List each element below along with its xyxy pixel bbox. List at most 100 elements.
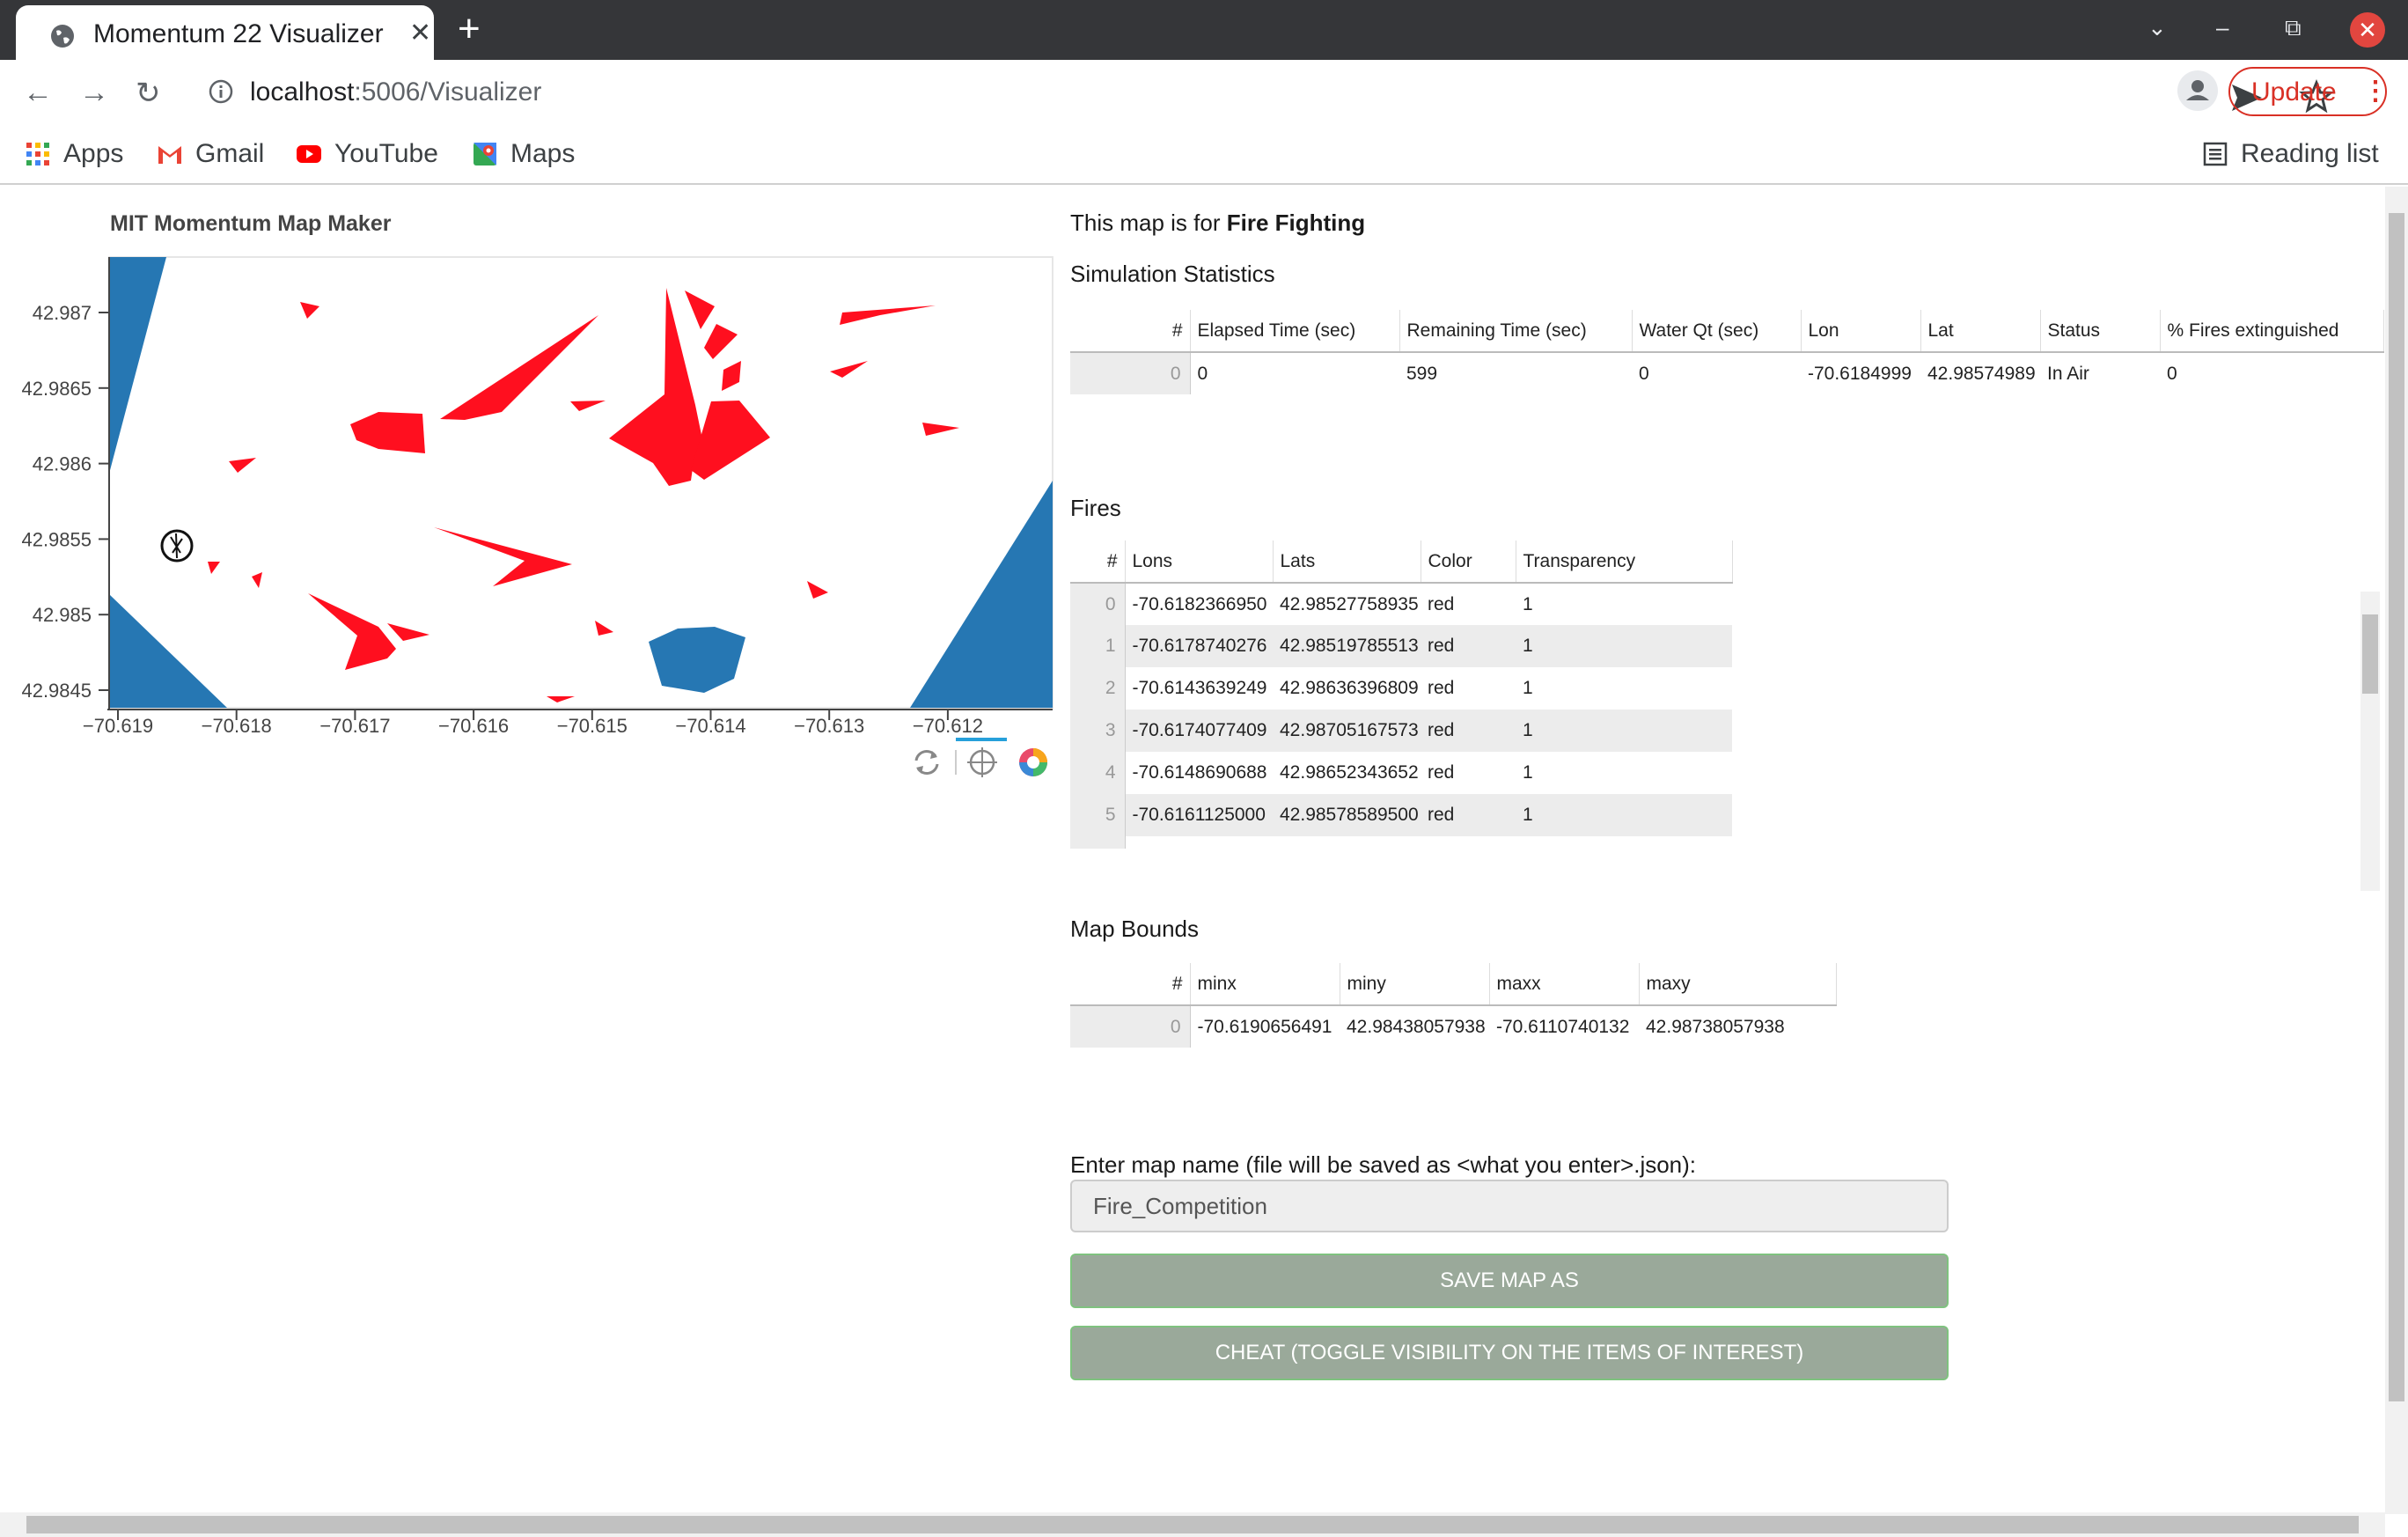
table-cell[interactable]: -70.6182366950 (1125, 583, 1273, 625)
table-cell[interactable]: 42.98738057938 (1639, 1005, 1836, 1048)
fires-scrollbar-thumb[interactable] (2362, 614, 2378, 694)
table-cell[interactable]: 42.98527758935 (1273, 583, 1421, 625)
tab-search-icon[interactable]: ⌄ (2147, 14, 2167, 41)
reload-icon[interactable]: ↻ (136, 76, 161, 111)
column-header[interactable]: # (1070, 541, 1126, 584)
update-button[interactable]: Update ⋮ (2228, 67, 2389, 116)
column-header[interactable]: # (1070, 310, 1191, 353)
table-cell[interactable]: In Air (2040, 352, 2160, 394)
stats-table[interactable]: # Elapsed Time (sec) Remaining Time (sec) W… (1070, 310, 2384, 394)
column-header[interactable]: Status (2040, 310, 2161, 353)
table-cell[interactable]: red (1421, 667, 1516, 710)
table-cell[interactable]: 42.98574989 (1920, 352, 2040, 394)
fires-table-viewport[interactable]: # Lons Lats Color Transparency 0 -70.61823669… (1070, 541, 2383, 849)
table-cell[interactable]: 0 (1190, 352, 1399, 394)
table-cell[interactable]: 42.98705167573 (1273, 710, 1421, 752)
table-cell[interactable]: -70.6174077409 (1125, 710, 1273, 752)
row-index[interactable]: 0 (1070, 352, 1191, 394)
window-close-icon[interactable]: ✕ (2350, 12, 2385, 48)
row-index[interactable]: 6 (1070, 836, 1126, 849)
row-index[interactable]: 3 (1070, 710, 1126, 752)
table-cell[interactable]: red (1421, 583, 1516, 625)
table-cell[interactable]: red (1421, 752, 1516, 794)
column-header[interactable]: % Fires extinguished (2160, 310, 2384, 353)
table-row[interactable]: 0 -70.6182366950 42.98527758935 red 1 (1070, 583, 1732, 625)
table-cell[interactable]: 0 (2160, 352, 2383, 394)
column-header[interactable]: Water Qt (sec) (1632, 310, 1802, 353)
page-vertical-scrollbar-thumb[interactable] (2389, 213, 2404, 1401)
table-row[interactable]: 1 -70.6178740276 42.98519785513 red 1 (1070, 625, 1732, 667)
column-header[interactable]: maxx (1489, 963, 1640, 1006)
bounds-table[interactable]: # minx miny maxx maxy 0 -70.6190656491 42.9843… (1070, 963, 1837, 1048)
table-cell[interactable]: 0 (1632, 352, 1801, 394)
map-plot[interactable]: −70.619 −70.618 −70.617 −70.616 −70.615 −70.6… (0, 238, 1065, 977)
url-text[interactable]: localhost:5006/Visualizer (250, 77, 541, 107)
table-row[interactable]: 4 -70.6148690688 42.98652343652 red 1 (1070, 752, 1732, 794)
forward-icon[interactable]: → (79, 76, 109, 110)
column-header[interactable]: maxy (1639, 963, 1837, 1006)
table-cell[interactable]: 1 (1516, 625, 1732, 667)
table-cell[interactable]: red (1421, 794, 1516, 836)
row-index[interactable]: 0 (1070, 1005, 1191, 1048)
minimize-icon[interactable]: – (2216, 14, 2228, 41)
column-header[interactable]: Remaining Time (sec) (1399, 310, 1633, 353)
table-cell[interactable]: -70.6143639249 (1125, 667, 1273, 710)
table-cell[interactable]: -70.6110740132 (1489, 1005, 1639, 1048)
table-row[interactable]: 6-70.613120493742.98503838669red1 (1070, 836, 1732, 849)
table-row[interactable]: 0 0 599 0 -70.6184999 42.98574989 In Air 0 (1070, 352, 2383, 394)
table-row[interactable]: 5 -70.6161125000 42.98578589500 red 1 (1070, 794, 1732, 836)
table-cell[interactable]: 42.98652343652 (1273, 752, 1421, 794)
restore-icon[interactable]: ⧉ (2285, 14, 2302, 42)
table-cell[interactable]: -70.6178740276 (1125, 625, 1273, 667)
bokeh-logo-icon[interactable] (1019, 748, 1047, 776)
column-header[interactable]: Lons (1125, 541, 1274, 584)
fires-table[interactable]: # Lons Lats Color Transparency 0 -70.61823669… (1070, 541, 1733, 849)
row-index[interactable]: 1 (1070, 625, 1126, 667)
browser-tab[interactable]: Momentum 22 Visualizer ✕ (16, 5, 434, 60)
table-cell[interactable]: 42.98519785513 (1273, 625, 1421, 667)
map-name-input[interactable] (1070, 1180, 1949, 1232)
column-header[interactable]: # (1070, 963, 1191, 1006)
table-cell[interactable]: 42.98438057938 (1340, 1005, 1489, 1048)
cheat-toggle-button[interactable]: CHEAT (TOGGLE VISIBILITY ON THE ITEMS OF… (1070, 1326, 1949, 1380)
save-map-button[interactable]: SAVE MAP AS (1070, 1254, 1949, 1308)
crosshair-tool-icon[interactable] (967, 747, 997, 777)
table-cell[interactable]: -70.6190656491 (1190, 1005, 1340, 1048)
column-header[interactable]: Transparency (1516, 541, 1733, 584)
reset-tool-icon[interactable] (914, 750, 939, 775)
table-row[interactable]: 3 -70.6174077409 42.98705167573 red 1 (1070, 710, 1732, 752)
table-row[interactable]: 0 -70.6190656491 42.98438057938 -70.6110740… (1070, 1005, 1836, 1048)
column-header[interactable]: Color (1421, 541, 1516, 584)
tab-close-icon[interactable]: ✕ (409, 18, 431, 48)
profile-icon[interactable] (2177, 70, 2218, 111)
table-cell[interactable]: -70.6148690688 (1125, 752, 1273, 794)
row-index[interactable]: 0 (1070, 583, 1126, 625)
table-cell[interactable]: 1 (1516, 752, 1732, 794)
address-bar[interactable]: localhost:5006/Visualizer (190, 67, 2334, 120)
row-index[interactable]: 4 (1070, 752, 1126, 794)
page-horizontal-scrollbar-thumb[interactable] (26, 1516, 2359, 1533)
row-index[interactable]: 2 (1070, 667, 1126, 710)
back-icon[interactable]: ← (23, 76, 53, 110)
row-index[interactable]: 5 (1070, 794, 1126, 836)
table-cell[interactable]: 1 (1516, 583, 1732, 625)
column-header[interactable]: minx (1190, 963, 1340, 1006)
table-cell[interactable]: 1 (1516, 794, 1732, 836)
column-header[interactable]: Lon (1801, 310, 1921, 353)
table-cell[interactable]: 1 (1516, 836, 1732, 849)
column-header[interactable]: Elapsed Time (sec) (1190, 310, 1400, 353)
column-header[interactable]: miny (1340, 963, 1490, 1006)
table-cell[interactable]: 1 (1516, 667, 1732, 710)
table-cell[interactable]: 599 (1399, 352, 1632, 394)
table-cell[interactable]: -70.6161125000 (1125, 794, 1273, 836)
new-tab-button[interactable]: + (458, 7, 481, 51)
table-cell[interactable]: red (1421, 710, 1516, 752)
table-cell[interactable]: 42.98636396809 (1273, 667, 1421, 710)
table-cell[interactable]: -70.6184999 (1801, 352, 1920, 394)
table-cell[interactable]: 1 (1516, 710, 1732, 752)
table-cell[interactable]: 42.98578589500 (1273, 794, 1421, 836)
table-cell[interactable]: -70.6131204937 (1125, 836, 1273, 849)
table-row[interactable]: 2 -70.6143639249 42.98636396809 red 1 (1070, 667, 1732, 710)
table-cell[interactable]: red (1421, 625, 1516, 667)
plot-area[interactable] (108, 256, 1054, 709)
